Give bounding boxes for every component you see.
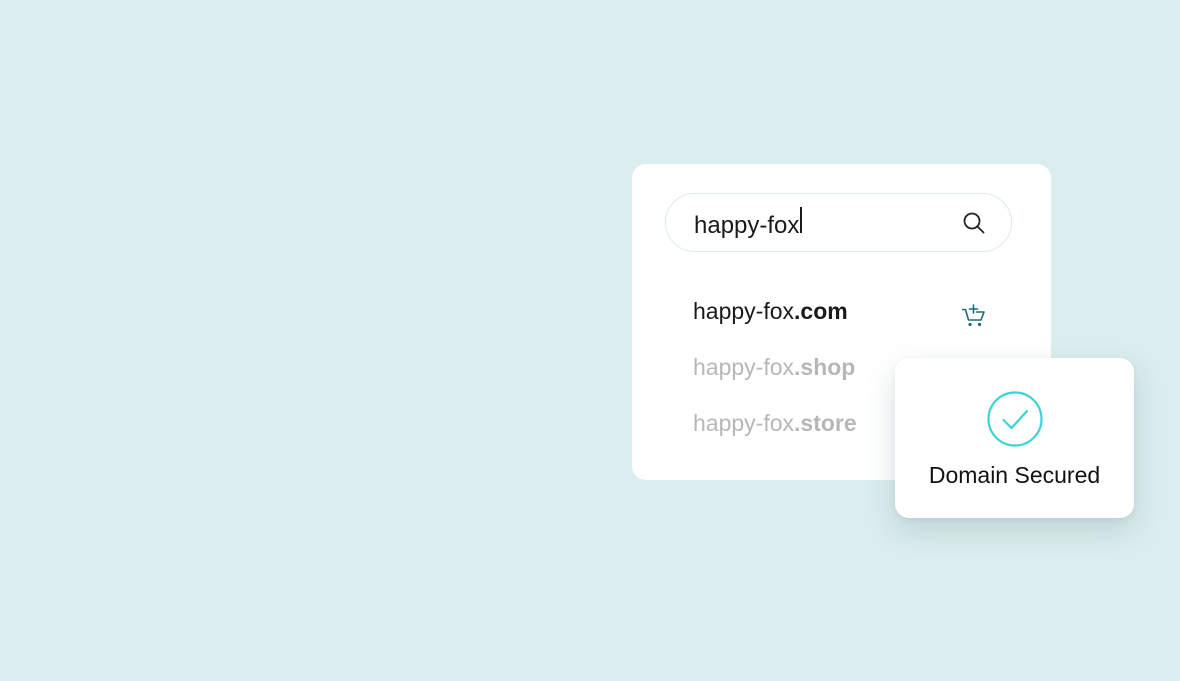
domain-result-com[interactable]: happy-fox.com — [693, 289, 993, 345]
domain-result-tld: .com — [794, 298, 848, 324]
search-box[interactable]: happy-fox — [665, 193, 1012, 252]
domain-secured-card: Domain Secured — [895, 358, 1134, 518]
domain-result-tld: .shop — [794, 354, 856, 380]
text-caret — [800, 207, 803, 233]
domain-result-tld: .store — [794, 410, 857, 436]
domain-result-base: happy-fox — [693, 410, 795, 436]
add-to-cart-icon[interactable] — [961, 299, 987, 327]
search-input-text: happy-fox — [694, 212, 800, 239]
check-circle-icon — [986, 390, 1044, 448]
domain-secured-label: Domain Secured — [928, 462, 1101, 488]
search-icon[interactable] — [961, 210, 987, 236]
search-input[interactable]: happy-fox — [694, 207, 961, 238]
domain-result-base: happy-fox — [693, 298, 795, 324]
domain-result-base: happy-fox — [693, 354, 795, 380]
